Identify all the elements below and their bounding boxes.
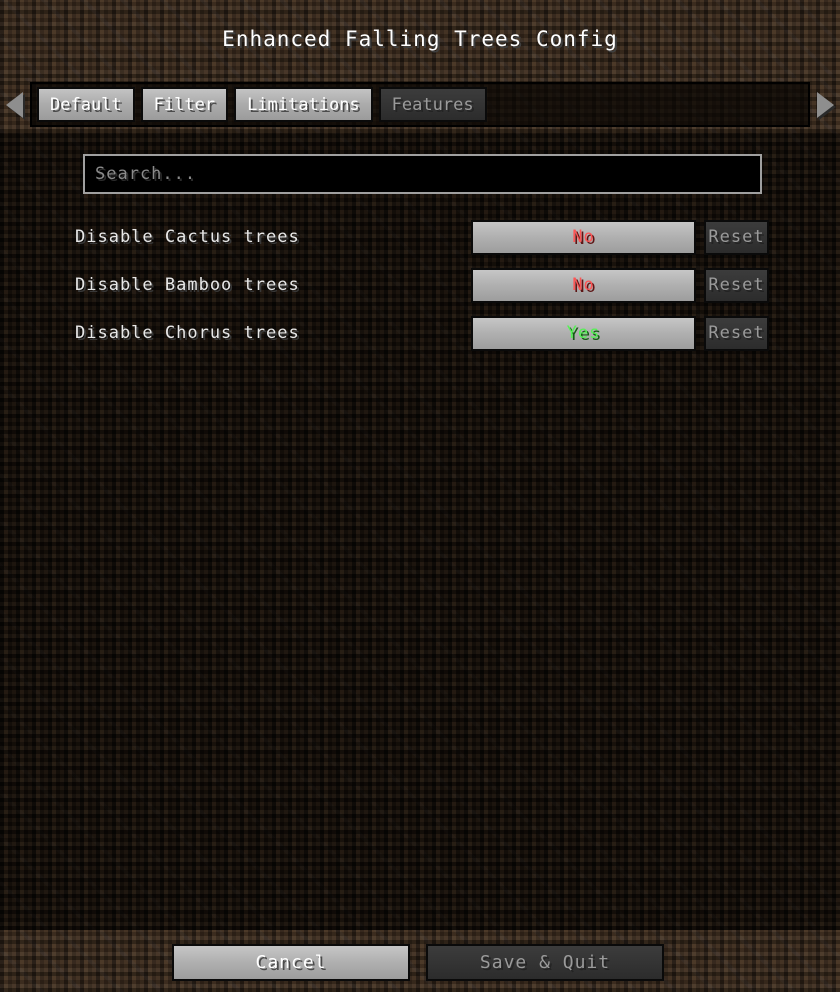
cancel-label: Cancel bbox=[255, 952, 327, 973]
option-value: Yes bbox=[566, 323, 601, 343]
tab-limitations[interactable]: Limitations bbox=[234, 87, 373, 122]
option-toggle-chorus[interactable]: Yes bbox=[471, 315, 696, 351]
tab-label: Limitations bbox=[247, 94, 360, 115]
reset-label: Reset bbox=[708, 323, 765, 343]
triangle-right-icon[interactable] bbox=[817, 92, 834, 118]
reset-button-cactus[interactable]: Reset bbox=[704, 219, 769, 255]
tab-strip: Default Filter Limitations Features bbox=[30, 82, 810, 127]
tab-default[interactable]: Default bbox=[37, 87, 135, 122]
content-area: Disable Cactus trees No Reset Disable Ba… bbox=[0, 133, 840, 930]
option-value: No bbox=[572, 227, 595, 247]
option-row-chorus: Disable Chorus trees Yes Reset bbox=[0, 309, 840, 357]
reset-label: Reset bbox=[708, 227, 765, 247]
header-bar: Enhanced Falling Trees Config bbox=[0, 0, 840, 78]
search-input[interactable] bbox=[83, 154, 762, 194]
search-field-wrapper bbox=[83, 154, 762, 194]
option-toggle-bamboo[interactable]: No bbox=[471, 267, 696, 303]
tab-label: Features bbox=[391, 94, 474, 115]
option-row-cactus: Disable Cactus trees No Reset bbox=[0, 213, 840, 261]
option-value: No bbox=[572, 275, 595, 295]
option-label: Disable Chorus trees bbox=[75, 323, 300, 343]
reset-label: Reset bbox=[708, 275, 765, 295]
tab-bar: Default Filter Limitations Features bbox=[0, 78, 840, 133]
cancel-button[interactable]: Cancel bbox=[172, 944, 410, 981]
save-quit-button[interactable]: Save & Quit bbox=[426, 944, 664, 981]
option-toggle-cactus[interactable]: No bbox=[471, 219, 696, 255]
tab-features[interactable]: Features bbox=[378, 87, 487, 122]
footer-bar: Cancel Save & Quit bbox=[0, 930, 840, 992]
tab-label: Filter bbox=[153, 94, 216, 115]
option-list: Disable Cactus trees No Reset Disable Ba… bbox=[0, 213, 840, 357]
reset-button-bamboo[interactable]: Reset bbox=[704, 267, 769, 303]
reset-button-chorus[interactable]: Reset bbox=[704, 315, 769, 351]
triangle-left-icon[interactable] bbox=[6, 92, 23, 118]
page-title: Enhanced Falling Trees Config bbox=[222, 27, 618, 51]
save-quit-label: Save & Quit bbox=[479, 952, 611, 973]
option-label: Disable Bamboo trees bbox=[75, 275, 300, 295]
option-label: Disable Cactus trees bbox=[75, 227, 300, 247]
tab-filter[interactable]: Filter bbox=[140, 87, 229, 122]
config-screen: Enhanced Falling Trees Config Default Fi… bbox=[0, 0, 840, 992]
tab-label: Default bbox=[50, 94, 122, 115]
option-row-bamboo: Disable Bamboo trees No Reset bbox=[0, 261, 840, 309]
